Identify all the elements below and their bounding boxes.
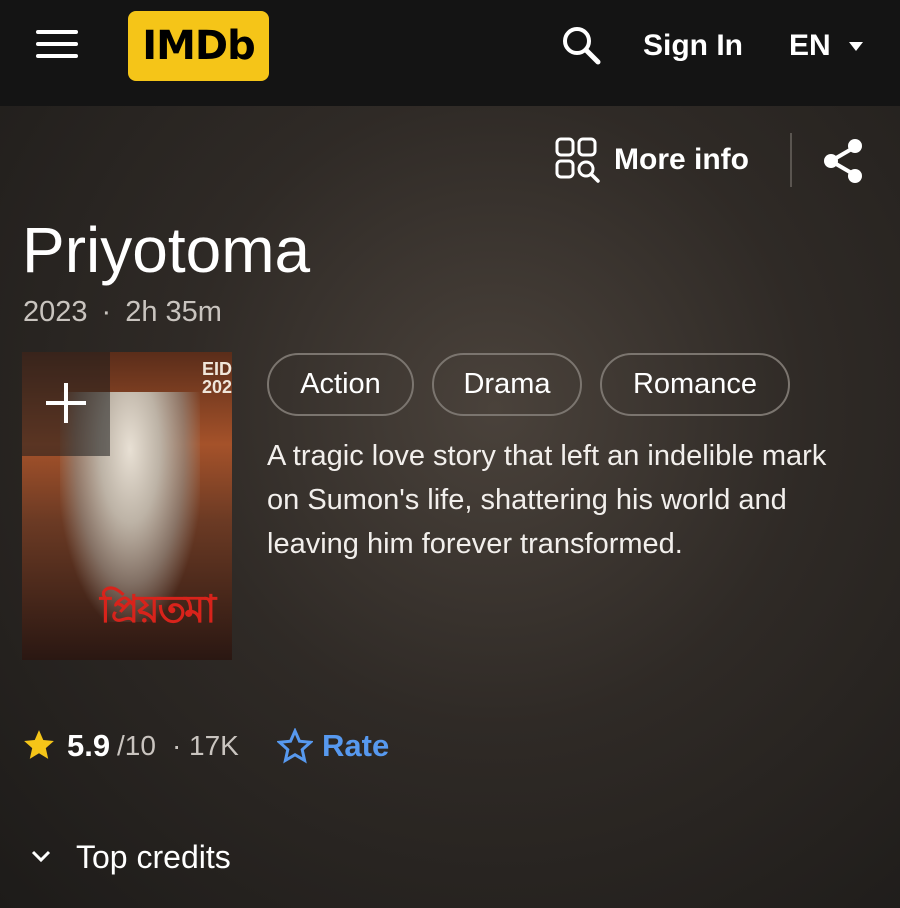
imdb-rating[interactable]: 5.9 /10 · 17K [22, 726, 262, 766]
imdb-logo[interactable]: IMDb [128, 11, 269, 81]
top-credits-toggle[interactable]: Top credits [30, 836, 270, 878]
movie-meta: 2023 · 2h 35m [23, 294, 222, 330]
sign-in-link[interactable]: Sign In [643, 26, 743, 66]
language-selector[interactable]: EN [789, 26, 863, 66]
rating-out-of: /10 [117, 730, 156, 761]
star-filled-icon [24, 730, 54, 759]
rate-button[interactable]: Rate [277, 726, 407, 766]
language-label: EN [789, 29, 831, 62]
rating-count: 17K [189, 730, 239, 761]
more-info-label: More info [614, 143, 749, 176]
meta-separator: · [101, 296, 112, 328]
hamburger-menu-icon[interactable] [36, 28, 78, 62]
search-icon[interactable] [560, 24, 602, 66]
release-year: 2023 [23, 296, 88, 328]
toolbar-divider [790, 133, 792, 187]
top-navbar: IMDb Sign In EN [0, 0, 900, 106]
runtime: 2h 35m [125, 296, 222, 328]
rating-score: 5.9 [67, 728, 111, 763]
top-credits-label: Top credits [76, 839, 231, 875]
chevron-down-icon [31, 850, 51, 863]
poster-title-text: প্রিয়তমা [100, 586, 216, 631]
add-to-watchlist-button[interactable] [22, 352, 110, 456]
genre-chip-drama[interactable]: Drama [432, 353, 582, 416]
star-outline-icon [277, 728, 313, 764]
poster-corner-text: EID 2023 [202, 359, 232, 397]
more-info-grid-search-icon [555, 137, 600, 183]
rate-label: Rate [322, 728, 390, 763]
genre-chip-romance[interactable]: Romance [600, 353, 790, 416]
plus-icon-vertical [64, 383, 68, 423]
rating-separator: · [172, 730, 182, 761]
share-icon[interactable] [820, 138, 866, 184]
plot-summary: A tragic love story that left an indelib… [267, 440, 827, 560]
caret-down-icon [849, 42, 863, 51]
genre-chip-action[interactable]: Action [267, 353, 414, 416]
more-info-button[interactable]: More info [554, 136, 764, 186]
movie-title: Priyotoma [22, 214, 311, 286]
